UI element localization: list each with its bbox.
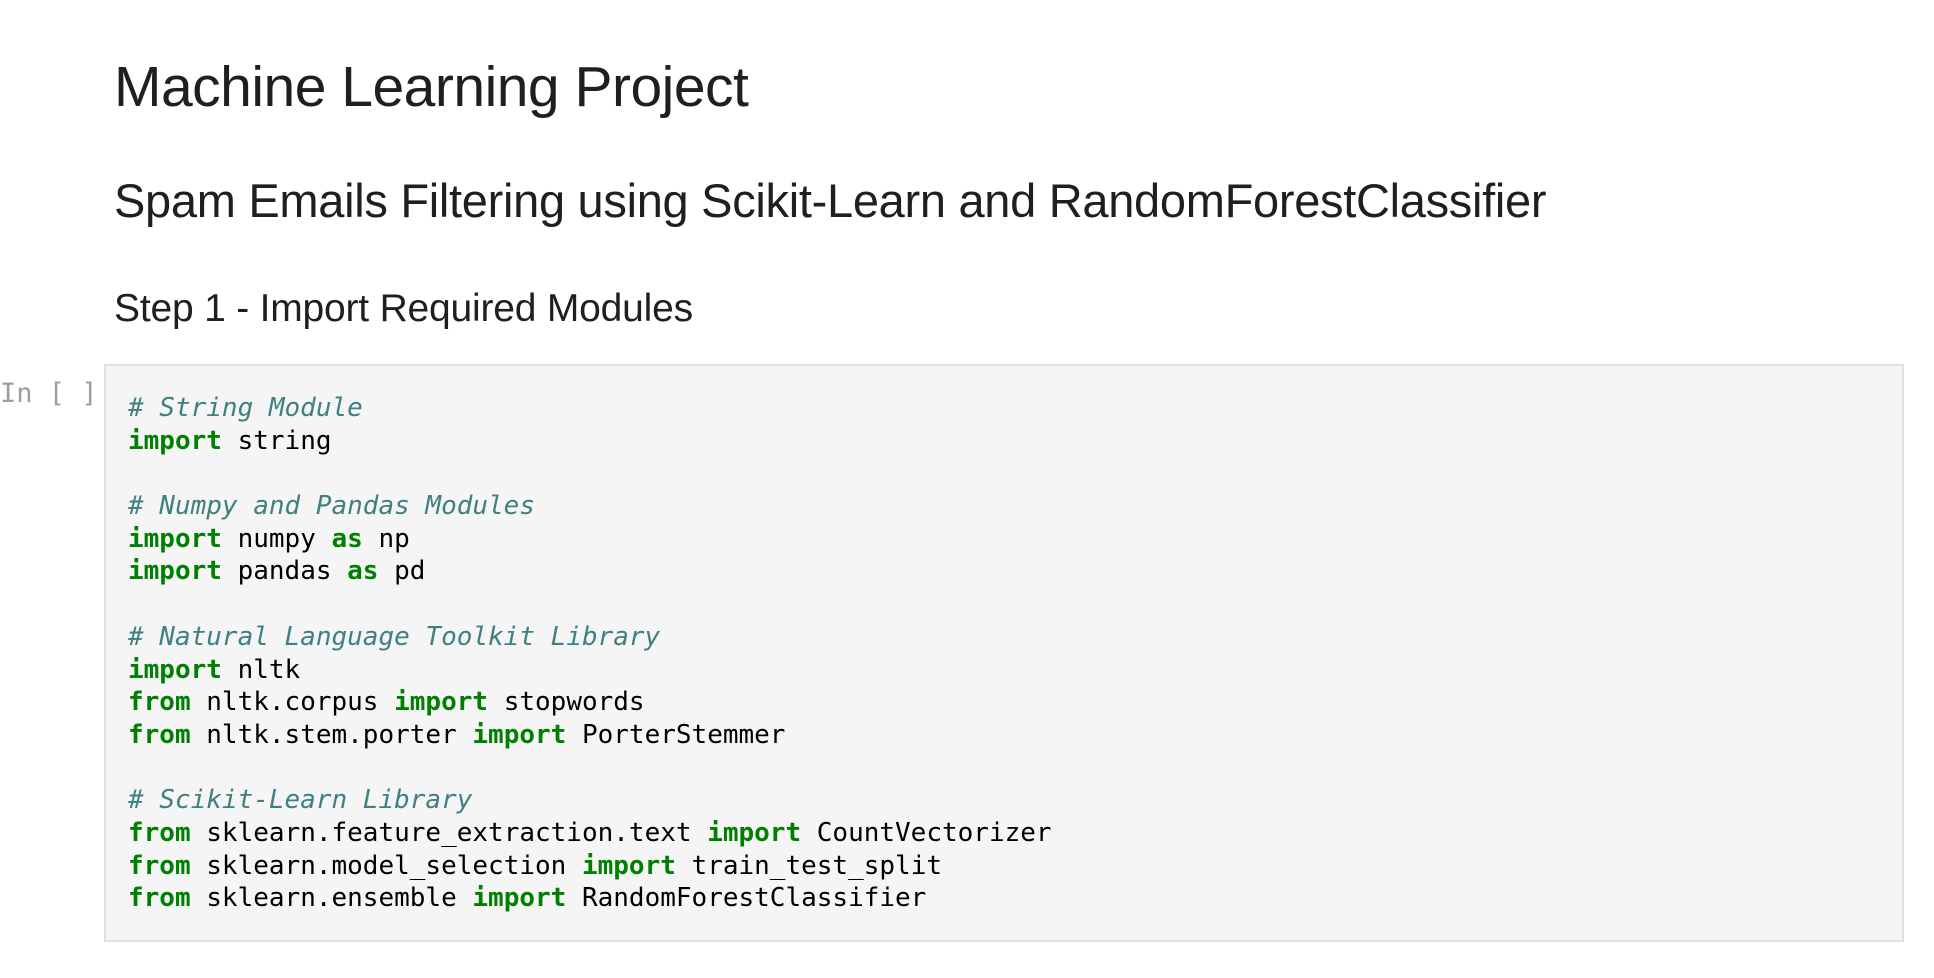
code-token-plain: sklearn.model_selection xyxy=(190,850,582,881)
code-content[interactable]: # String Module import string # Numpy and… xyxy=(128,392,1052,915)
code-token-keyword: import xyxy=(128,425,222,456)
code-line[interactable]: from sklearn.model_selection import trai… xyxy=(128,850,1052,883)
step-heading: Step 1 - Import Required Modules xyxy=(114,287,693,330)
code-token-keyword: import xyxy=(394,687,489,718)
code-token-plain: nltk.corpus xyxy=(190,687,395,718)
code-token-comment: # String Module xyxy=(128,393,363,423)
code-token-plain: train_test_split xyxy=(675,850,942,881)
code-token-plain: pd xyxy=(378,556,426,587)
code-token-plain: nltk.stem.porter xyxy=(190,719,473,750)
code-line[interactable]: import nltk xyxy=(128,654,1052,687)
code-token-keyword: from xyxy=(128,719,191,750)
input-prompt: In [ ]: xyxy=(0,378,92,409)
code-token-comment: # Scikit-Learn Library xyxy=(128,785,473,816)
code-line[interactable]: from sklearn.feature_extraction.text imp… xyxy=(128,817,1052,850)
code-token-keyword: import xyxy=(128,556,222,587)
code-token-plain: sklearn.feature_extraction.text xyxy=(190,817,708,848)
code-line[interactable]: # Scikit-Learn Library xyxy=(128,784,1052,817)
code-line[interactable]: # Numpy and Pandas Modules xyxy=(128,490,1052,523)
code-token-plain: PorterStemmer xyxy=(566,719,786,750)
code-line[interactable]: import pandas as pd xyxy=(128,555,1052,588)
code-token-keyword: as xyxy=(347,556,379,587)
code-token-comment: # Numpy and Pandas Modules xyxy=(128,491,535,522)
code-token-keyword: from xyxy=(128,883,191,914)
code-line[interactable]: from nltk.stem.porter import PorterStemm… xyxy=(128,719,1052,752)
code-token-keyword: import xyxy=(128,523,222,554)
code-token-plain: sklearn.ensemble xyxy=(190,883,473,914)
page-title: Machine Learning Project xyxy=(114,55,749,119)
code-token-keyword: from xyxy=(128,817,191,848)
code-line[interactable]: import string xyxy=(128,425,1052,458)
code-line[interactable] xyxy=(128,752,1052,785)
code-token-plain: numpy xyxy=(221,523,332,554)
code-token-keyword: as xyxy=(331,523,363,554)
code-line[interactable]: from nltk.corpus import stopwords xyxy=(128,686,1052,719)
code-token-plain: np xyxy=(362,523,410,554)
code-token-keyword: from xyxy=(128,687,191,718)
code-cell-editor[interactable]: # String Module import string # Numpy and… xyxy=(104,364,1904,942)
code-line[interactable]: import numpy as np xyxy=(128,523,1052,556)
page-subtitle: Spam Emails Filtering using Scikit-Learn… xyxy=(114,174,1547,227)
code-line[interactable]: # Natural Language Toolkit Library xyxy=(128,621,1052,654)
code-token-keyword: import xyxy=(472,719,567,750)
code-line[interactable] xyxy=(128,588,1052,621)
code-line[interactable] xyxy=(128,457,1052,490)
code-token-plain: stopwords xyxy=(488,687,645,718)
code-token-keyword: import xyxy=(581,850,676,881)
code-token-keyword: import xyxy=(472,883,567,914)
code-line[interactable]: from sklearn.ensemble import RandomFores… xyxy=(128,882,1052,915)
code-line[interactable]: # String Module xyxy=(128,392,1052,425)
code-token-keyword: from xyxy=(128,850,191,881)
code-token-keyword: import xyxy=(707,817,802,848)
code-token-plain: CountVectorizer xyxy=(801,817,1052,848)
code-token-plain: pandas xyxy=(221,556,348,587)
code-token-comment: # Natural Language Toolkit Library xyxy=(128,621,661,652)
code-token-plain: nltk xyxy=(221,654,301,685)
code-token-plain: string xyxy=(221,425,332,456)
code-token-keyword: import xyxy=(128,654,222,685)
code-token-plain: RandomForestClassifier xyxy=(566,883,927,914)
